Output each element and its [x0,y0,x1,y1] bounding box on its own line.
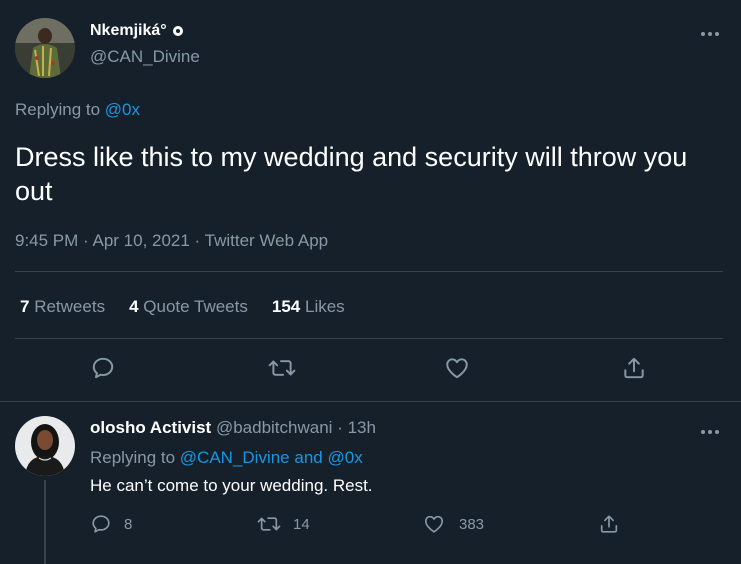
reply-replying-link-2[interactable]: @0x [328,448,363,467]
reply-time[interactable]: · 13h [337,418,376,437]
author-avatar[interactable] [15,18,75,78]
badge-icon [172,26,183,36]
thread-line [44,480,46,564]
reply-header: olosho Activist @badbitchwani · 13h [90,418,376,438]
likes-label: Likes [304,297,345,316]
reply-author-handle[interactable]: @badbitchwani [216,418,333,437]
replying-to: Replying to @0x [15,100,140,120]
author-handle[interactable]: @CAN_Divine [90,47,200,67]
author-name[interactable]: Nkemjiká° [90,22,167,40]
replying-to-link[interactable]: @0x [105,100,140,119]
reply-text: He can’t come to your wedding. Rest. [90,476,373,495]
retweets-count: 7 [20,297,30,316]
avatar-image [15,416,75,476]
reply-replying-to: Replying to @CAN_Divine and @0x [90,448,363,468]
reply-like-count: 383 [459,515,485,533]
avatar-image [15,18,75,78]
reply-replying-link-1[interactable]: @CAN_Divine [180,448,290,467]
replying-to-prefix: Replying to [15,100,101,119]
divider [15,271,723,272]
reply-replying-and: and [294,448,323,467]
quotes-label: Quote Tweets [143,297,248,316]
likes-stat[interactable]: 154 Likes [272,297,345,317]
reply-like-button[interactable]: 383 [423,513,484,535]
heart-icon [446,358,468,379]
tweet-stats: 7 Retweets 4 Quote Tweets 154 Likes [20,297,345,317]
reply-author-name[interactable]: olosho Activist [90,418,211,437]
reply-count: 8 [124,515,133,533]
reply-icon [92,357,114,379]
reply-retweet-button[interactable]: 14 [257,513,310,535]
likes-count: 154 [271,297,301,316]
retweets-stat[interactable]: 7 Retweets [20,297,105,317]
more-horizontal-icon[interactable] [700,26,720,37]
reply-share-button[interactable] [598,513,620,535]
share-icon [600,515,618,533]
author-name-row: Nkemjiká° [90,22,184,40]
divider [15,338,723,339]
retweets-label: Retweets [34,297,106,316]
heart-icon [424,515,444,533]
tweet-thread: Nkemjiká° @CAN_Divine Replying to @0x Dr… [0,0,741,564]
retweet-button[interactable] [268,355,296,381]
reply-icon [92,515,110,533]
like-button[interactable] [444,355,470,381]
tweet-text: Dress like this to my wedding and securi… [15,142,688,206]
more-horizontal-icon[interactable] [700,424,720,435]
retweet-icon [268,360,296,376]
share-icon [624,357,644,379]
reply-replying-prefix: Replying to [90,448,176,467]
share-button[interactable] [621,355,647,381]
quotes-count: 4 [129,297,139,316]
divider [0,401,741,402]
retweet-icon [257,517,281,531]
reply-button[interactable] [90,355,116,381]
reply-retweet-count: 14 [293,515,310,533]
reply-reply-button[interactable]: 8 [90,513,132,535]
tweet-meta[interactable]: 9:45 PM · Apr 10, 2021 · Twitter Web App [15,231,328,251]
reply-author-avatar[interactable] [15,416,75,476]
quotes-stat[interactable]: 4 Quote Tweets [129,297,248,317]
